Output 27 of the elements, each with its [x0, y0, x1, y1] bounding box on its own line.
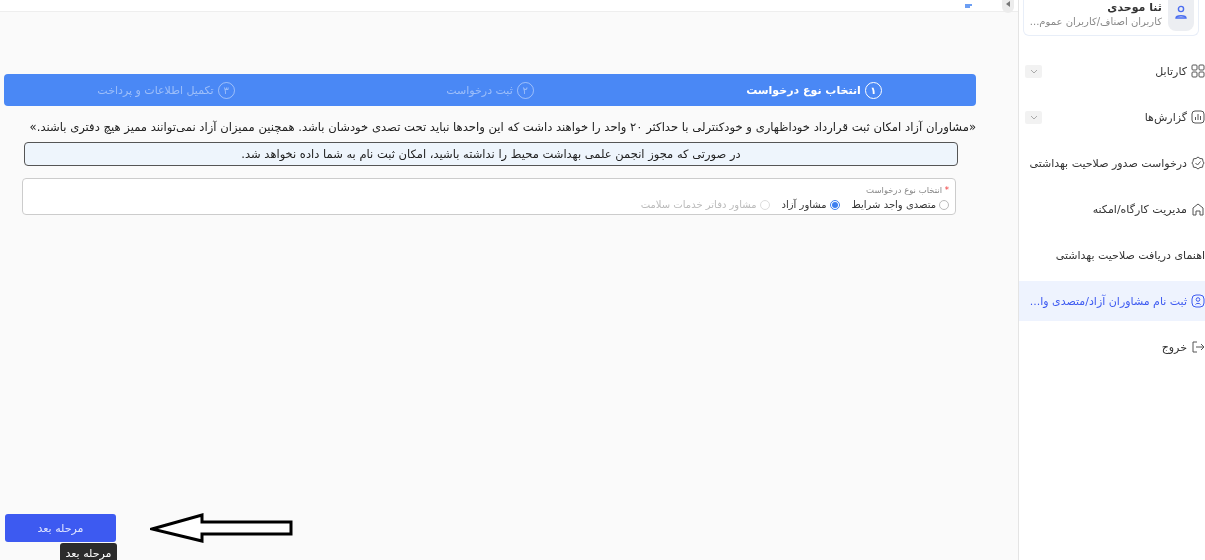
sidebar-item[interactable]: گزارش‌ها	[1019, 97, 1205, 137]
user-icon	[1168, 0, 1194, 31]
sidebar-item[interactable]: ثبت نام مشاوران آزاد/متصدی وا...	[1019, 281, 1205, 321]
next-button[interactable]: مرحله بعد	[5, 514, 116, 542]
menu-icon[interactable]	[965, 3, 972, 8]
description-text: «مشاوران آزاد امکان ثبت قرارداد خوداظهاری و خودکنترلی با حداکثر ۲۰ واحد را خواهند داشت که این واحدها نباید تحت تصدی خودشان باشد. همچنین ممیزان آزاد نمی‌توانند ممیز هیچ دفتری باشند.»	[28, 119, 976, 136]
logout-icon	[1191, 340, 1205, 354]
notice-banner: در صورتی که مجوز انجمن علمی بهداشت محیط را نداشته باشید، امکان ثبت نام به شما داده نخواهد شد.	[24, 142, 958, 166]
user-name: ثنا موحدی	[1106, 3, 1162, 13]
sidebar-item[interactable]: خروج	[1019, 327, 1205, 367]
grid-icon	[1191, 64, 1205, 78]
collapse-toggle-icon[interactable]	[1002, 0, 1014, 13]
home-icon	[1191, 202, 1205, 216]
user-role: کاربران اصناف/کاربران عموم...	[1029, 16, 1162, 27]
sidebar-item[interactable]: کارتابل	[1019, 51, 1205, 91]
field-label: * انتخاب نوع درخواست	[865, 185, 949, 195]
tooltip: مرحله بعد	[60, 543, 117, 560]
chevron-down-icon[interactable]	[1025, 110, 1042, 124]
check-badge-icon	[1191, 156, 1205, 170]
sidebar-item[interactable]: درخواست صدور صلاحیت بهداشتی	[1019, 143, 1205, 183]
sidebar-item[interactable]: مدیریت کارگاه/امکنه	[1019, 189, 1205, 229]
radio-option[interactable]: متصدی واجد شرایط	[851, 199, 949, 210]
user-icon	[1191, 294, 1205, 308]
chart-icon	[1191, 110, 1205, 124]
chevron-down-icon[interactable]	[1025, 64, 1042, 78]
radio-option[interactable]: مشاور آزاد	[781, 199, 840, 210]
sidebar-item[interactable]: اهنمای دریافت صلاحیت بهداشتی	[1019, 235, 1205, 275]
